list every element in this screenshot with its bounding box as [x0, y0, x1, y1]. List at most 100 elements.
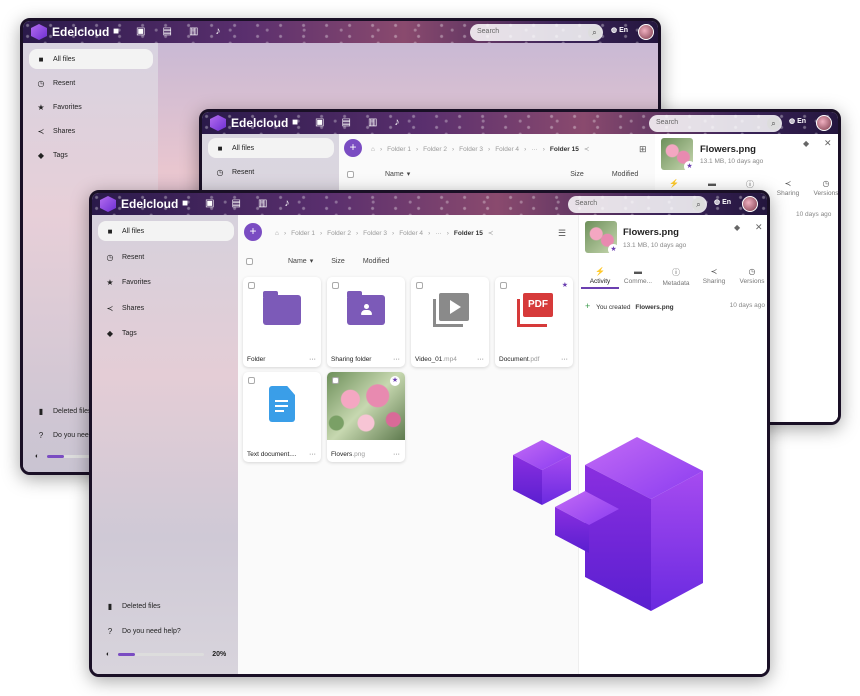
- size-column[interactable]: Size: [570, 171, 584, 178]
- docs-nav-icon[interactable]: ▤: [163, 26, 172, 37]
- favorite-star-icon[interactable]: ★: [562, 281, 568, 289]
- sidebar-item-favorites[interactable]: ★ Favorites: [29, 97, 81, 117]
- tab-comments[interactable]: ▬ Comme...: [619, 267, 657, 289]
- name-column[interactable]: Name: [385, 171, 404, 178]
- sidebar-item-shares[interactable]: ≺ Shares: [29, 121, 76, 141]
- close-icon[interactable]: ✕: [755, 222, 763, 233]
- avatar[interactable]: [638, 24, 654, 40]
- app-logo[interactable]: Edelcloud: [210, 115, 288, 131]
- sidebar-item-help[interactable]: ? Do you need help?: [98, 621, 181, 641]
- breadcrumb-item[interactable]: Folder 1: [387, 146, 411, 153]
- gallery-nav-icon[interactable]: ▥: [368, 117, 377, 128]
- search-icon[interactable]: ⌕: [588, 26, 601, 39]
- search-input[interactable]: Search ⌕: [470, 24, 603, 41]
- breadcrumb-current[interactable]: Folder 15: [454, 230, 483, 237]
- close-icon[interactable]: ✕: [824, 138, 832, 149]
- gallery-nav-icon[interactable]: ▥: [258, 198, 267, 209]
- search-input[interactable]: Search ⌕: [568, 196, 707, 213]
- share-icon[interactable]: ≺: [488, 229, 493, 237]
- photos-nav-icon[interactable]: ▣: [205, 198, 214, 209]
- file-card-image[interactable]: ★ Flovers.png ···: [327, 372, 405, 462]
- tag-icon[interactable]: ◆: [734, 223, 740, 232]
- select-checkbox[interactable]: [248, 377, 255, 384]
- more-icon[interactable]: ···: [477, 356, 484, 363]
- modified-column[interactable]: Modified: [612, 171, 638, 178]
- file-card-text[interactable]: Text document.... ···: [243, 372, 321, 462]
- file-card-folder[interactable]: Folder ···: [243, 277, 321, 367]
- sidebar-item-deleted[interactable]: ▮ Deleted files: [29, 401, 92, 421]
- breadcrumb-item[interactable]: Folder 4: [495, 146, 519, 153]
- search-input[interactable]: Search ⌕: [649, 115, 782, 132]
- view-toggle-icon[interactable]: ⊞: [639, 144, 647, 155]
- size-column[interactable]: Size: [331, 258, 345, 265]
- tab-versions[interactable]: ◷ Versions: [733, 267, 767, 289]
- select-checkbox[interactable]: [332, 282, 339, 289]
- modified-column[interactable]: Modified: [363, 258, 389, 265]
- docs-nav-icon[interactable]: ▤: [232, 198, 241, 209]
- breadcrumb-item[interactable]: ···: [435, 230, 442, 237]
- breadcrumb-item[interactable]: Folder 3: [363, 230, 387, 237]
- breadcrumb-item[interactable]: Folder 3: [459, 146, 483, 153]
- breadcrumb-current[interactable]: Folder 15: [550, 146, 579, 153]
- language-switch[interactable]: ◍ En: [789, 117, 806, 125]
- sidebar-item-resent[interactable]: ◷ Resent: [98, 247, 145, 267]
- sidebar-item-all-files[interactable]: ■ All files: [98, 221, 234, 241]
- music-nav-icon[interactable]: ♪: [284, 198, 289, 209]
- photos-nav-icon[interactable]: ▣: [136, 26, 145, 37]
- gallery-nav-icon[interactable]: ▥: [189, 26, 198, 37]
- select-checkbox[interactable]: [248, 282, 255, 289]
- sidebar-item-shares[interactable]: ≺ Shares: [98, 298, 145, 318]
- add-button[interactable]: +: [244, 223, 262, 241]
- language-switch[interactable]: ◍ En: [714, 198, 731, 206]
- avatar[interactable]: [742, 196, 758, 212]
- sidebar-item-tags[interactable]: ◆ Tags: [29, 145, 68, 165]
- share-icon[interactable]: ≺: [584, 145, 589, 153]
- select-all-checkbox[interactable]: [246, 257, 253, 265]
- name-column[interactable]: Name: [288, 258, 307, 265]
- favorite-star-icon[interactable]: ★: [390, 376, 400, 386]
- tab-versions[interactable]: ◷ Versions: [807, 179, 838, 197]
- sidebar-item-favorites[interactable]: ★ Favorites: [98, 272, 150, 292]
- more-icon[interactable]: ···: [393, 356, 400, 363]
- app-logo[interactable]: Edelcloud: [31, 24, 109, 40]
- add-button[interactable]: +: [344, 139, 362, 157]
- sidebar-item-all-files[interactable]: ■ All files: [29, 49, 153, 69]
- file-card-sharing-folder[interactable]: Sharing folder ···: [327, 277, 405, 367]
- sidebar-item-all-files[interactable]: ■ All files: [208, 138, 334, 158]
- sidebar-item-tags[interactable]: ◆ Tags: [98, 323, 137, 343]
- select-all-checkbox[interactable]: [347, 170, 354, 178]
- language-switch[interactable]: ◍ En: [611, 26, 628, 34]
- file-card-document[interactable]: ★ PDF Document.pdf ···: [495, 277, 573, 367]
- list-view-icon[interactable]: ☰: [558, 228, 566, 239]
- tab-metadata[interactable]: ⓘ Metadata: [657, 267, 695, 289]
- home-icon[interactable]: ⌂: [275, 230, 279, 237]
- music-nav-icon[interactable]: ♪: [215, 26, 220, 37]
- docs-nav-icon[interactable]: ▤: [342, 117, 351, 128]
- more-icon[interactable]: ···: [561, 356, 568, 363]
- breadcrumb-item[interactable]: Folder 2: [423, 146, 447, 153]
- breadcrumb-item[interactable]: Folder 4: [399, 230, 423, 237]
- select-checkbox[interactable]: [500, 282, 507, 289]
- breadcrumb-item[interactable]: Folder 2: [327, 230, 351, 237]
- breadcrumb-item[interactable]: ···: [531, 146, 538, 153]
- sidebar-item-resent[interactable]: ◷ Resent: [208, 162, 255, 182]
- select-checkbox[interactable]: [416, 282, 423, 289]
- music-nav-icon[interactable]: ♪: [394, 117, 399, 128]
- sidebar-item-resent[interactable]: ◷ Resent: [29, 73, 76, 93]
- tag-icon[interactable]: ◆: [803, 139, 809, 148]
- file-card-video[interactable]: Video_01.mp4 ···: [411, 277, 489, 367]
- photos-nav-icon[interactable]: ▣: [315, 117, 324, 128]
- search-icon[interactable]: ⌕: [767, 117, 780, 130]
- files-nav-icon[interactable]: ■: [292, 117, 298, 128]
- tab-activity[interactable]: ⚡ Activity: [581, 267, 619, 289]
- select-checkbox[interactable]: [332, 377, 339, 384]
- app-logo[interactable]: Edelcloud: [100, 196, 178, 212]
- more-icon[interactable]: ···: [309, 356, 316, 363]
- tab-sharing[interactable]: ≺ Sharing: [695, 267, 733, 289]
- home-icon[interactable]: ⌂: [371, 146, 375, 153]
- breadcrumb-item[interactable]: Folder 1: [291, 230, 315, 237]
- files-nav-icon[interactable]: ■: [113, 26, 119, 37]
- search-icon[interactable]: ⌕: [692, 198, 705, 211]
- more-icon[interactable]: ···: [393, 451, 400, 458]
- files-nav-icon[interactable]: ■: [182, 198, 188, 209]
